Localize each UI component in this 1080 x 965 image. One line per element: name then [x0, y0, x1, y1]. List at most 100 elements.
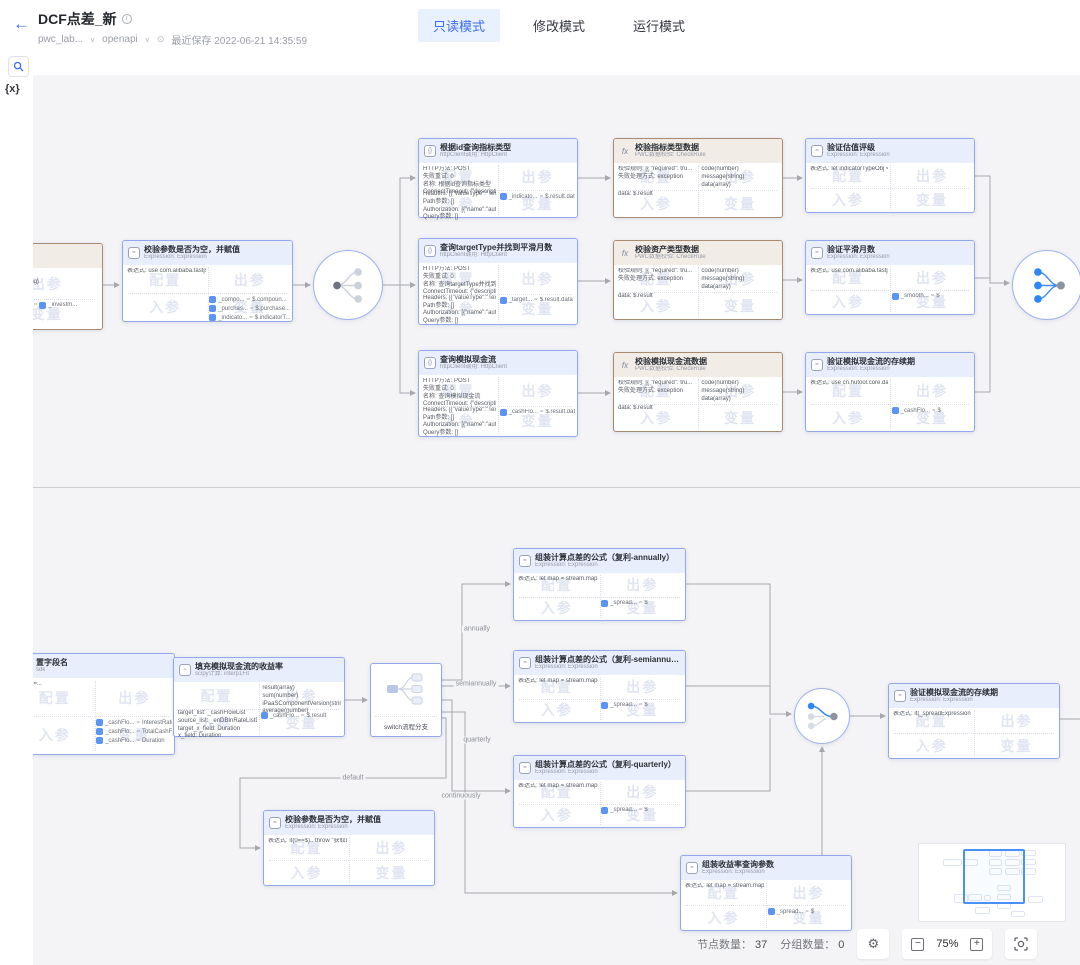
node-field-mapping: _cashFlo...=$.result.dat... — [500, 409, 575, 416]
back-arrow-icon[interactable]: ← — [13, 14, 30, 34]
quadrant-watermark: 出参 — [1001, 711, 1033, 731]
zoom-level: 75% — [933, 938, 961, 950]
node-detail-line: x_field: Duration — [178, 733, 257, 741]
node-title: 验证平滑月数 — [827, 245, 890, 255]
field-tag-icon — [500, 409, 507, 416]
flow-node-verify-cashflow-duration-top[interactable]: ≈验证模拟现金流的存续期Expression: Expression配置出参入参… — [805, 352, 975, 432]
node-title: 组装计算点差的公式（复利-quarterly） — [535, 760, 676, 770]
search-icon — [13, 61, 24, 72]
flow-node-http-query-cashflow[interactable]: {}查询模拟现金流httpClient调用: HttpClient配置出参入参变… — [418, 350, 578, 437]
node-field-mapping: _purchas...=$.purchase... — [209, 305, 290, 312]
minimap-node — [1011, 911, 1026, 917]
minimap-node — [975, 907, 990, 913]
node-detail-line: Headers: [{"valueType":"Text","n... — [423, 191, 496, 199]
zoom-in-button[interactable]: + — [970, 938, 983, 951]
node-detail-line: iPaaSComponentVersion(string) — [262, 701, 341, 709]
quadrant-watermark: 入参 — [541, 805, 573, 825]
node-detail-line: Query参数: [] — [423, 430, 496, 438]
breadcrumb: pwc_lab... ∨ openapi ∨ ⊙ 最近保存 2022-06-21… — [38, 32, 307, 47]
node-detail-line: message(string) — [701, 388, 779, 396]
flow-canvas[interactable]: annuallysemiannuallyquarterlydefaultcont… — [33, 75, 1080, 965]
join-node[interactable] — [1012, 250, 1080, 320]
flow-node-switch-branch[interactable]: switch流程分支 — [370, 663, 442, 737]
quadrant-watermark: 入参 — [832, 292, 864, 312]
fit-view-button[interactable] — [1005, 929, 1037, 959]
tab-readonly-mode[interactable]: 只读模式 — [418, 9, 500, 42]
edge — [686, 584, 791, 714]
flow-node-verify-valuation-rating[interactable]: ≈验证估值评级Expression: Expression配置出参入参变量表达式… — [805, 138, 975, 213]
edge — [686, 718, 770, 791]
quadrant-watermark: 变量 — [916, 190, 948, 210]
branch-merge-node[interactable] — [794, 688, 850, 744]
switch-icon — [386, 672, 426, 706]
node-subtitle: Expression: Expression — [827, 152, 890, 159]
expr-node-icon: ≈ — [128, 247, 140, 259]
zoom-control: − 75% + — [902, 929, 992, 959]
check-node-icon: fx — [619, 359, 631, 371]
flow-node-check-asset-type[interactable]: fx校验资产类型数据PWC数据校验: CheckRule配置出参入参变量校验规则… — [613, 240, 783, 320]
minimap-viewport[interactable] — [963, 849, 1025, 904]
node-detail-line: 校验规则: [{ "required": tru... — [618, 380, 696, 388]
node-detail-line: 失败重试: 0 — [423, 274, 496, 282]
field-tag-icon — [209, 305, 216, 312]
quadrant-watermark: 出参 — [376, 838, 408, 858]
flow-node-check-sim-cashflow[interactable]: fx校验模拟现金流数据PWC数据校验: CheckRule配置出参入参变量校验规… — [613, 352, 783, 432]
edge — [383, 178, 415, 285]
flow-node-http-query-indicator-type[interactable]: {}根据id查询指标类型httpClient调用: HttpClient配置出参… — [418, 138, 578, 218]
edge-label: semiannually — [454, 681, 499, 688]
node-title: 校验参数是否为空，并赋值 — [144, 245, 240, 255]
check-node-icon: fx — [619, 145, 631, 157]
quadrant-watermark: 出参 — [522, 167, 554, 187]
node-title: 校验参数是否为空，并赋值 — [285, 815, 381, 825]
tab-edit-mode[interactable]: 修改模式 — [518, 9, 600, 42]
node-title: 查询targetType并找到平滑月数 — [440, 243, 552, 253]
flow-node-verify-smooth-months[interactable]: ≈验证平滑月数Expression: Expression配置出参入参变量表达式… — [805, 240, 975, 315]
flow-node-verify-cashflow-duration-bottom[interactable]: ≈验证模拟现金流的存续期Expression: Expression配置出参入参… — [888, 683, 1060, 759]
edge-label: continuously — [440, 793, 483, 800]
chevron-down-icon[interactable]: ∨ — [90, 36, 95, 44]
variables-icon[interactable]: {x} — [5, 83, 20, 95]
settings-button[interactable]: ⚙ — [857, 929, 889, 959]
quadrant-watermark: 变量 — [376, 863, 408, 883]
node-field-mapping: _smooth...=$ — [892, 293, 972, 300]
search-button[interactable] — [8, 56, 29, 77]
node-detail-line: 失败重试: 0 — [423, 174, 496, 182]
fork-node[interactable] — [313, 250, 383, 320]
minimap[interactable] — [918, 843, 1066, 922]
flow-node-http-query-targettype[interactable]: {}查询targetType并找到平滑月数httpClient调用: HttpC… — [418, 238, 578, 325]
node-detail-line: data: $.result — [618, 191, 696, 199]
node-title: 根据id查询指标类型 — [440, 143, 511, 153]
workspace-name[interactable]: pwc_lab... — [38, 34, 83, 45]
node-field-mapping: _cashFlo...=$ — [892, 407, 972, 414]
flow-node-build-yield-query-params[interactable]: ≈组装收益率查询参数Expression: Expression配置出参入参变量… — [680, 855, 852, 931]
field-tag-icon — [601, 807, 608, 814]
group-count: 分组数量：0 — [780, 936, 844, 952]
clock-icon: ⊙ — [157, 34, 165, 45]
flow-node-set-field-names[interactable]: <>置字段名sdk配置出参入参变量Rate =..._cashFlo...=In… — [33, 653, 175, 755]
field-tag-icon — [96, 719, 103, 726]
node-field-mapping: _cashFlo...=Duration — [96, 737, 172, 744]
expr-node-icon: ≈ — [686, 862, 698, 874]
flow-node-spread-formula-semiannually[interactable]: ≈组装计算点差的公式（复利-semiannually）Expression: E… — [513, 650, 686, 723]
flow-node-fill-cashflow-yield[interactable]: ~填充模拟现金流的收益率scipy计算: interp1Fit配置出参入参变量r… — [173, 657, 345, 737]
flow-node-spread-formula-annually[interactable]: ≈组装计算点差的公式（复利-annually）Expression: Expre… — [513, 548, 686, 621]
quadrant-watermark: 出参 — [626, 782, 658, 802]
quadrant-watermark: 出参 — [793, 883, 825, 903]
flow-node-check-params-assign-2[interactable]: ≈校验参数是否为空，并赋值Expression: Expression配置出参入… — [263, 810, 435, 886]
quadrant-watermark: 变量 — [724, 408, 756, 428]
node-subtitle: httpClient调用: HttpClient — [440, 252, 552, 259]
node-subtitle: Expression: Expression — [535, 664, 680, 671]
info-icon[interactable]: i — [122, 14, 132, 24]
chevron-down-icon[interactable]: ∨ — [145, 36, 150, 44]
flow-node-check-indicator-type[interactable]: fx校验指标类型数据PWC数据校验: CheckRule配置出参入参变量校验规则… — [613, 138, 783, 218]
flow-node-hidden-left-check[interactable]: fx配置出参入参变量code(number)message(string)dat… — [33, 243, 103, 330]
zoom-out-button[interactable]: − — [911, 938, 924, 951]
quadrant-watermark: 配置 — [39, 688, 71, 708]
flow-node-check-params-assign[interactable]: ≈校验参数是否为空，并赋值Expression: Expression配置出参入… — [122, 240, 293, 322]
node-count: 节点数量：37 — [697, 936, 767, 952]
node-field-mapping: _investm...=_investm... — [33, 302, 100, 309]
api-name[interactable]: openapi — [102, 34, 138, 45]
flow-node-spread-formula-quarterly[interactable]: ≈组装计算点差的公式（复利-quarterly）Expression: Expr… — [513, 755, 686, 828]
tab-run-mode[interactable]: 运行模式 — [618, 9, 700, 42]
node-detail-line: Authorization: [{"name":"authTyp... — [423, 422, 496, 430]
